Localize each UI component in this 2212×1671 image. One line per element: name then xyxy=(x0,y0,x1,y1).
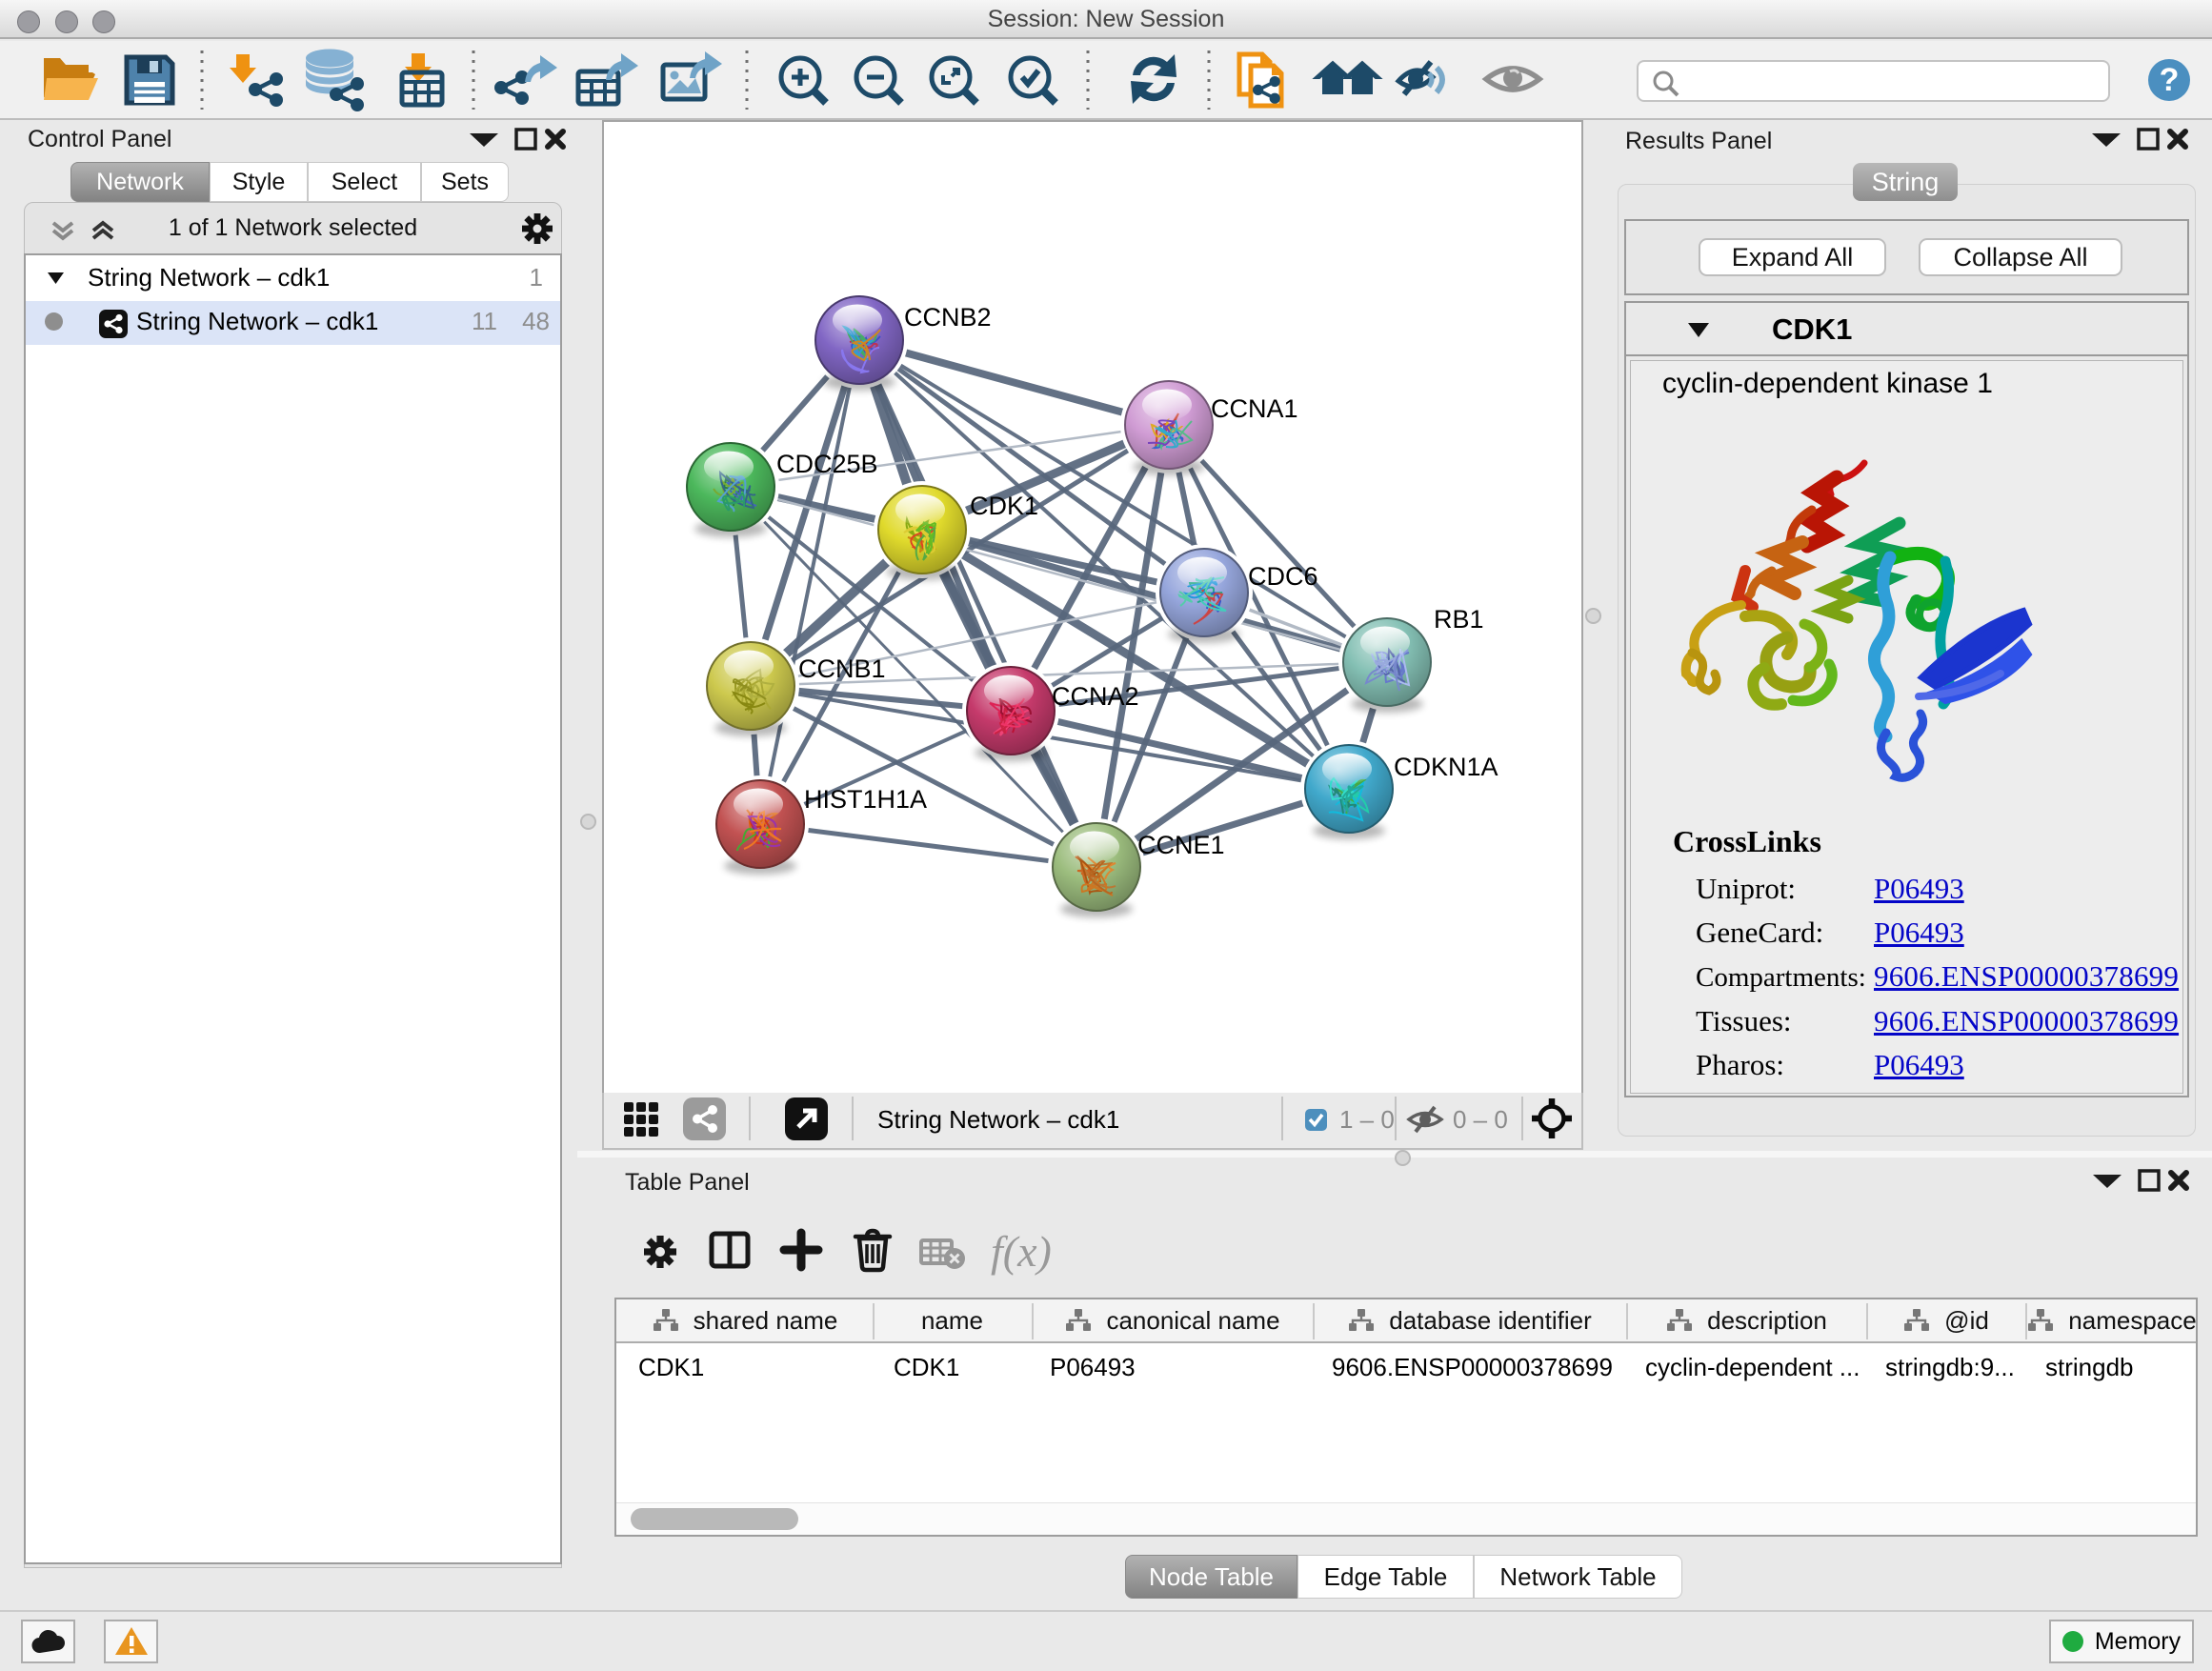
svg-text:CDK1: CDK1 xyxy=(970,492,1038,520)
svg-text:CDKN1A: CDKN1A xyxy=(1394,753,1498,781)
svg-text:CCNB2: CCNB2 xyxy=(904,303,992,332)
svg-text:CCNB1: CCNB1 xyxy=(798,654,886,683)
svg-text:CCNA1: CCNA1 xyxy=(1211,394,1298,423)
svg-text:f(x): f(x) xyxy=(991,1227,1052,1276)
svg-text:1 – 0: 1 – 0 xyxy=(1339,1105,1395,1134)
svg-text:CDC6: CDC6 xyxy=(1248,562,1318,591)
svg-text:0 – 0: 0 – 0 xyxy=(1453,1105,1508,1134)
svg-text:CCNA2: CCNA2 xyxy=(1052,682,1139,711)
svg-text:HIST1H1A: HIST1H1A xyxy=(804,785,927,814)
svg-text:CDC25B: CDC25B xyxy=(776,450,878,478)
svg-text:RB1: RB1 xyxy=(1434,605,1484,634)
svg-text:CCNE1: CCNE1 xyxy=(1137,831,1225,859)
